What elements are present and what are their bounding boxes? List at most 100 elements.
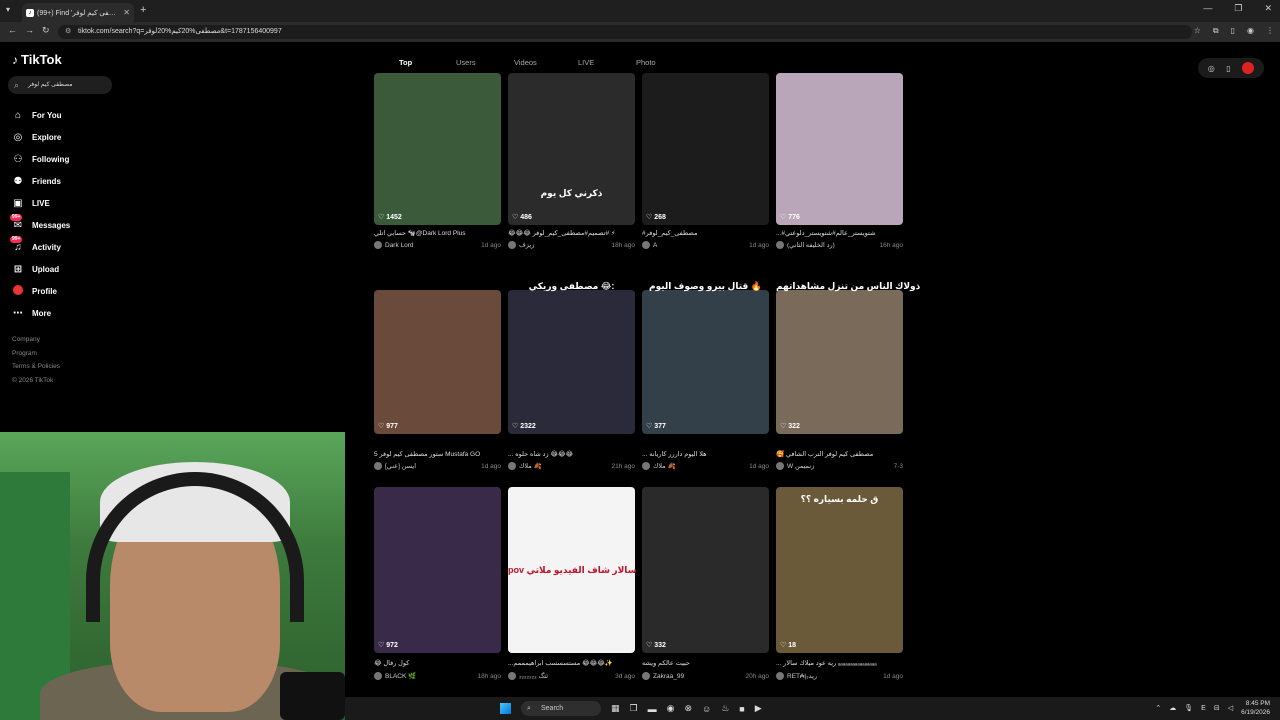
author-avatar[interactable] xyxy=(642,462,650,470)
author-avatar[interactable] xyxy=(374,672,382,680)
author-avatar[interactable] xyxy=(776,241,784,249)
author-avatar[interactable] xyxy=(642,241,650,249)
footer-company-link[interactable]: Company xyxy=(12,336,60,350)
site-info-icon[interactable]: ⚙ xyxy=(65,25,71,39)
video-caption[interactable]: 5 ستور مصطفى كيم لوفر Mustafa GO xyxy=(374,450,501,458)
video-caption[interactable]: حسابي اتلي 🐄@Dark Lord Plus xyxy=(374,229,501,237)
video-thumbnail[interactable]: ♡ 18 xyxy=(776,487,903,653)
tab-close-icon[interactable]: ✕ xyxy=(123,8,130,17)
file-explorer-icon[interactable]: ▬ xyxy=(648,704,657,714)
media-icon[interactable]: ▶ xyxy=(755,703,762,714)
footer-terms-link[interactable]: Terms & Policies xyxy=(12,363,60,377)
video-caption[interactable]: 🥰 مصطفى كيم لوفر الترب الشافي xyxy=(776,450,903,458)
minecraft-icon[interactable]: ▦ xyxy=(611,703,620,714)
sidebar-item-friends[interactable]: ⚉ Friends xyxy=(12,170,70,192)
video-caption[interactable]: #مصطفى_كيم_لوفر xyxy=(642,229,769,237)
windows-start-icon[interactable] xyxy=(500,703,511,714)
video-caption[interactable]: 😂 كول رفال xyxy=(374,659,501,667)
sidebar-item-following[interactable]: ⚇ Following xyxy=(12,148,70,170)
close-window-button[interactable]: ✕ xyxy=(1264,3,1272,14)
tab-search-icon[interactable]: ▾ xyxy=(6,5,10,14)
discord-icon[interactable]: ☺ xyxy=(702,704,711,714)
author-avatar[interactable] xyxy=(374,462,382,470)
profile-icon[interactable]: ◉ xyxy=(1247,26,1254,36)
video-thumbnail[interactable]: ♡ 377 xyxy=(642,290,769,434)
author-name[interactable]: Dark Lord xyxy=(385,242,414,249)
author-name[interactable]: RET₳|₃ريد xyxy=(787,672,817,680)
search-input[interactable]: ⌕ مصطفى كيم لوفر xyxy=(8,76,112,94)
author-avatar[interactable] xyxy=(374,241,382,249)
author-avatar[interactable] xyxy=(642,672,650,680)
tab-users[interactable]: Users xyxy=(456,54,476,71)
video-caption[interactable]: ... ريه عود ميلاك سالار ₐₐₐₐₐₐₐₐₐₐₐₐₐₐₐₐ xyxy=(776,659,903,667)
author-name[interactable]: (رد الخليفه الثاني) xyxy=(787,241,835,249)
video-caption[interactable]: 😂😂😂 تصميم#مصطفى_كيم_لوفر# ⚡ xyxy=(508,229,635,237)
chrome-icon[interactable]: ◉ xyxy=(667,703,675,714)
author-avatar[interactable] xyxy=(776,462,784,470)
task-view-icon[interactable]: ❐ xyxy=(630,703,638,714)
video-thumbnail[interactable]: ♡ 486 xyxy=(508,73,635,225)
forward-icon[interactable]: → xyxy=(25,25,34,35)
bookmark-star-icon[interactable]: ☆ xyxy=(1194,26,1201,36)
video-thumbnail[interactable]: ♡ 776 xyxy=(776,73,903,225)
tab-videos[interactable]: Videos xyxy=(514,54,537,71)
onedrive-icon[interactable]: ☁ xyxy=(1169,704,1176,712)
tray-chevron-icon[interactable]: ⌃ xyxy=(1155,704,1161,712)
sidebar-item-upload[interactable]: ⊞ Upload xyxy=(12,258,70,280)
coins-icon[interactable]: ◎ xyxy=(1208,64,1215,73)
sidebar-item-activity[interactable]: ♫ 99+ Activity xyxy=(10,235,70,258)
tab-top[interactable]: Top xyxy=(399,54,412,71)
video-thumbnail[interactable]: ♡ 332 xyxy=(642,487,769,653)
sidebar-item-more[interactable]: ⋯ More xyxy=(12,302,70,324)
back-icon[interactable]: ← xyxy=(8,25,17,35)
video-thumbnail[interactable]: ♡ 1452 xyxy=(374,73,501,225)
mic-icon[interactable]: 🎙 xyxy=(1184,704,1193,712)
phone-icon[interactable]: ▯ xyxy=(1226,64,1230,73)
user-avatar[interactable] xyxy=(1242,62,1255,74)
video-caption[interactable]: ... هلا اليوم داررر كاريانه xyxy=(642,450,769,458)
sidebar-toggle-icon[interactable]: ▯ xyxy=(1231,26,1235,36)
network-icon[interactable]: ⊟ xyxy=(1214,704,1220,712)
tab-photo[interactable]: Photo xyxy=(636,54,656,71)
video-thumbnail[interactable]: ♡ 2322 xyxy=(508,290,635,434)
sidebar-item-profile[interactable]: Profile xyxy=(12,280,70,302)
keyboard-icon[interactable]: E xyxy=(1201,705,1206,712)
steam-icon[interactable]: ♨ xyxy=(721,703,729,714)
volume-icon[interactable]: ◁ xyxy=(1228,704,1233,712)
author-name[interactable]: W زنميمن xyxy=(787,462,814,470)
author-name[interactable]: ملاك 🍂 xyxy=(653,462,676,470)
video-caption[interactable]: ...مستسسسب ابراهيمممم 😂😂😂✨ xyxy=(508,659,635,667)
taskbar-search[interactable]: ⌕ Search xyxy=(521,701,601,716)
author-name[interactable]: A xyxy=(653,242,657,249)
video-thumbnail[interactable]: ♡ 977 xyxy=(374,290,501,434)
new-tab-button[interactable]: + xyxy=(140,4,146,16)
author-avatar[interactable] xyxy=(508,241,516,249)
author-avatar[interactable] xyxy=(776,672,784,680)
author-name[interactable]: ملاك 🍂 xyxy=(519,462,542,470)
video-thumbnail[interactable]: ♡ 322 xyxy=(776,290,903,434)
author-name[interactable]: BLACK 🌿 xyxy=(385,672,416,680)
sidebar-item-explore[interactable]: ◎ Explore xyxy=(12,126,70,148)
sidebar-item-messages[interactable]: ✉ 99+ Messages xyxy=(10,213,70,236)
xbox-icon[interactable]: ⊗ xyxy=(684,703,692,714)
footer-program-link[interactable]: Program xyxy=(12,350,60,364)
author-name[interactable]: Zakraa_99 xyxy=(653,673,684,680)
menu-dots-icon[interactable]: ⋮ xyxy=(1266,26,1274,36)
url-field[interactable]: ⚙ tiktok.com/search?q=مصطفى%20كيم%20لوفر… xyxy=(58,25,1192,39)
browser-tab[interactable]: ♪ (99+) Find 'مصطفى كيم لوفر' on... ✕ xyxy=(22,3,134,22)
tab-live[interactable]: LIVE xyxy=(578,54,594,71)
obs-icon[interactable]: ■ xyxy=(739,704,744,714)
sidebar-item-live[interactable]: ▣ LIVE xyxy=(12,192,70,214)
author-avatar[interactable] xyxy=(508,672,516,680)
extensions-icon[interactable]: ⧉ xyxy=(1213,26,1219,36)
tiktok-logo[interactable]: ♪ TikTok xyxy=(12,52,62,67)
video-caption[interactable]: حبيت عالكم ويشه xyxy=(642,659,769,667)
author-avatar[interactable] xyxy=(508,462,516,470)
minimize-button[interactable]: — xyxy=(1203,3,1212,14)
clock[interactable]: 8:45 PM 6/19/2026 xyxy=(1241,699,1270,717)
author-name[interactable]: زيزف xyxy=(519,241,534,249)
video-caption[interactable]: ... زد شاه حلوه 😂😂😂 xyxy=(508,450,635,458)
video-thumbnail[interactable]: ♡ 268 xyxy=(642,73,769,225)
reload-icon[interactable]: ↻ xyxy=(42,25,50,36)
author-name[interactable]: ئتگ ₂₂₂₂₂₂₂ xyxy=(519,672,548,680)
